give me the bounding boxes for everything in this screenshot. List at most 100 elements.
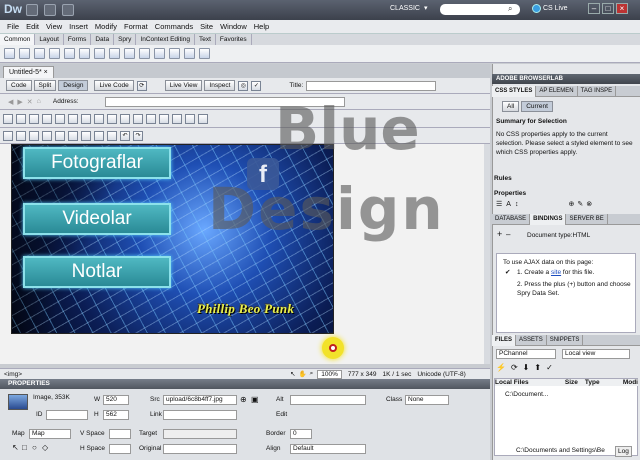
tag-chooser-icon[interactable] [199, 48, 210, 59]
browse-icon[interactable] [29, 130, 39, 141]
table-icon[interactable] [49, 48, 60, 59]
link-tool-icon[interactable] [133, 113, 143, 124]
rect-hotspot-icon[interactable]: □ [22, 443, 27, 452]
layout-tool-icon[interactable] [68, 113, 78, 124]
list-icon[interactable] [42, 113, 52, 124]
hyperlink-icon[interactable] [4, 48, 15, 59]
properties-header[interactable]: PROPERTIES [0, 379, 490, 389]
view-select[interactable]: Local view [562, 349, 630, 359]
menu-site[interactable]: Site [200, 22, 213, 31]
tab-assets[interactable]: ASSETS [516, 334, 547, 346]
nav-button-notlar[interactable]: Notlar [23, 256, 171, 288]
comment-icon[interactable] [139, 48, 150, 59]
class-select[interactable]: None [405, 395, 449, 405]
back-icon[interactable]: ◀ [8, 98, 13, 106]
vspace-field[interactable] [109, 429, 131, 439]
div-icon[interactable] [64, 48, 75, 59]
circle-hotspot-icon[interactable]: ○ [32, 443, 37, 452]
server-include-icon[interactable] [124, 48, 135, 59]
tab-databases[interactable]: DATABASE [492, 213, 531, 225]
checkout-icon[interactable]: ✓ [546, 363, 553, 372]
link-field[interactable] [163, 410, 237, 420]
extend-icon[interactable] [44, 4, 56, 16]
search-icon[interactable]: ⌕ [508, 4, 512, 14]
inspect-button[interactable]: Inspect [204, 80, 236, 91]
close-button[interactable]: × [616, 3, 628, 14]
div-tool-icon[interactable] [172, 113, 182, 124]
col-modified[interactable]: Modi [623, 379, 638, 386]
height-field[interactable]: 562 [103, 410, 129, 420]
check-icon[interactable]: ✓ [251, 80, 262, 91]
stop-icon[interactable]: ✕ [27, 98, 33, 106]
border-field[interactable]: 0 [290, 429, 312, 439]
zoom-tool-icon[interactable]: ⌕ [310, 370, 314, 378]
put-files-icon[interactable]: ⬆ [534, 363, 541, 372]
text-icon[interactable] [107, 113, 117, 124]
templates-icon[interactable] [184, 48, 195, 59]
nav-button-fotograflar[interactable]: Fotograflar [23, 147, 171, 179]
head-icon[interactable] [154, 48, 165, 59]
refresh-icon[interactable]: ⟳ [136, 80, 147, 91]
css-all-button[interactable]: All [502, 101, 520, 112]
vertical-scrollbar[interactable] [484, 144, 490, 364]
tag-selector[interactable]: <img> [4, 371, 22, 378]
title-input[interactable] [306, 80, 437, 91]
tab-css-styles[interactable]: CSS STYLES [492, 85, 537, 97]
select-tool-icon[interactable]: ↖ [290, 370, 295, 378]
nav-button-videolar[interactable]: Videolar [23, 203, 171, 235]
email-link-icon[interactable] [19, 48, 30, 59]
media-icon[interactable] [94, 48, 105, 59]
new-rule-icon[interactable]: ✎ [577, 200, 583, 208]
map-field[interactable]: Map [29, 429, 71, 439]
menu-window[interactable]: Window [220, 22, 247, 31]
attach-stylesheet-icon[interactable]: ⊕ [568, 200, 574, 208]
tab-server-behaviors[interactable]: SERVER BE [566, 213, 608, 225]
maximize-button[interactable]: □ [602, 3, 614, 14]
polygon-hotspot-icon[interactable]: ◇ [42, 443, 48, 452]
code-icon[interactable] [146, 113, 156, 124]
cs-live-button[interactable]: CS Live [543, 5, 568, 12]
menu-commands[interactable]: Commands [155, 22, 193, 31]
tab-spry[interactable]: Spry [114, 34, 137, 45]
refresh-files-icon[interactable]: ⟳ [511, 363, 518, 372]
tab-text[interactable]: Text [195, 34, 216, 45]
table-tool-icon[interactable] [55, 113, 65, 124]
file-row[interactable]: C:\Document... [505, 390, 548, 399]
src-field[interactable]: upload/6c8b4ff7.jpg [163, 395, 237, 405]
date-icon[interactable] [109, 48, 120, 59]
forward-icon[interactable]: ▶ [17, 98, 22, 106]
menu-help[interactable]: Help [254, 22, 269, 31]
globe-icon[interactable]: ◎ [238, 80, 249, 91]
tab-bindings[interactable]: BINDINGS [530, 213, 567, 225]
anchor-icon[interactable] [34, 48, 45, 59]
live-code-button[interactable]: Live Code [94, 80, 134, 91]
align-select[interactable]: Default [290, 444, 366, 454]
window-size[interactable]: 777 x 349 [348, 371, 377, 378]
connect-icon[interactable]: ⚡ [496, 363, 506, 372]
file-icon[interactable] [3, 113, 13, 124]
chevron-down-icon[interactable]: ▾ [424, 4, 428, 12]
cut-icon[interactable] [81, 130, 91, 141]
tab-forms[interactable]: Forms [64, 34, 92, 45]
minimize-button[interactable]: – [588, 3, 600, 14]
print-icon[interactable] [68, 130, 78, 141]
style-icon[interactable] [198, 113, 208, 124]
redo-icon[interactable]: ↷ [133, 130, 143, 141]
tab-data[interactable]: Data [91, 34, 115, 45]
open-folder-icon[interactable] [16, 130, 26, 141]
tab-layout[interactable]: Layout [35, 34, 64, 45]
home-icon[interactable]: ⌂ [37, 98, 41, 105]
browserlab-header[interactable]: ADOBE BROWSERLAB [492, 74, 640, 84]
tab-tag-inspector[interactable]: TAG INSPE [578, 85, 617, 97]
delete-rule-icon[interactable]: ⊗ [586, 200, 592, 208]
menu-insert[interactable]: Insert [69, 22, 88, 31]
tab-common[interactable]: Common [0, 34, 36, 45]
menu-format[interactable]: Format [124, 22, 148, 31]
format-icon[interactable] [81, 113, 91, 124]
menu-file[interactable]: File [7, 22, 19, 31]
outdent-icon[interactable] [29, 113, 39, 124]
split-view-button[interactable]: Split [33, 80, 57, 91]
menu-view[interactable]: View [46, 22, 62, 31]
site-link[interactable]: site [551, 269, 561, 276]
image-icon[interactable] [79, 48, 90, 59]
